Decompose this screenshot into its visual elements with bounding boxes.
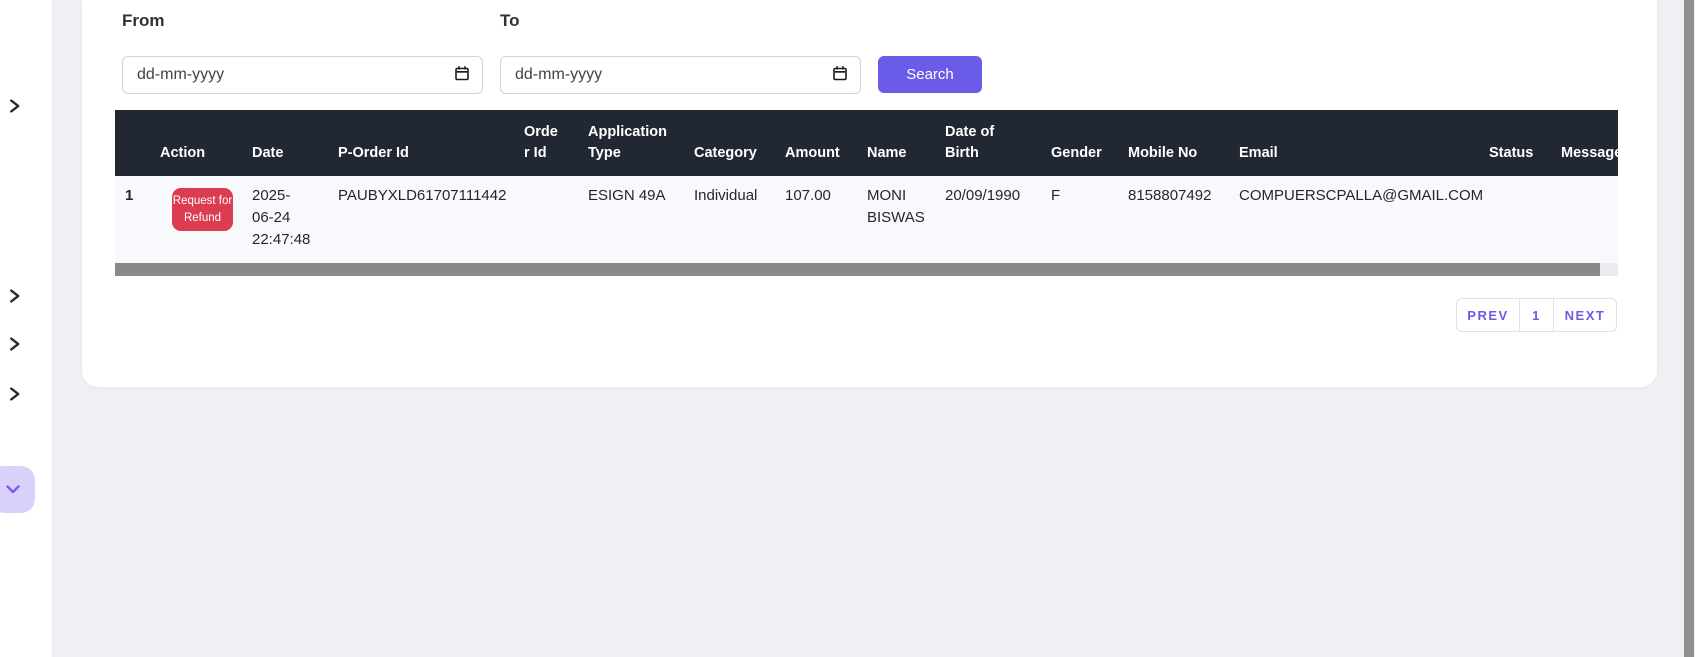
- mobile-no-cell: 8158807492: [1118, 176, 1229, 263]
- order-id-cell: [514, 176, 578, 263]
- action-cell: Request for Refund: [150, 176, 242, 263]
- chevron-right-icon[interactable]: [9, 337, 25, 353]
- table-row: 1 Request for Refund 2025-06-24 22:47:48…: [115, 176, 1618, 263]
- to-date-input[interactable]: dd-mm-yyyy: [500, 56, 861, 94]
- col-header-status: Status: [1479, 110, 1551, 176]
- col-header-date: Date: [242, 110, 302, 176]
- col-header-category: Category: [684, 110, 775, 176]
- category-cell: Individual: [684, 176, 775, 263]
- chevron-right-icon[interactable]: [9, 387, 25, 403]
- pagination-page-1[interactable]: 1: [1520, 298, 1553, 332]
- chevron-right-icon[interactable]: [9, 99, 25, 115]
- pagination-prev-button[interactable]: PREV: [1456, 298, 1520, 332]
- pagination: PREV 1 NEXT: [1456, 298, 1617, 332]
- application-type-cell: ESIGN 49A: [578, 176, 684, 263]
- p-order-id-cell: PAUBYXLD61707111442: [302, 176, 514, 263]
- amount-cell: 107.00: [775, 176, 857, 263]
- page-vertical-scrollbar[interactable]: [1683, 0, 1695, 657]
- refund-table: Action Date P-Order Id Order Id Applicat…: [115, 110, 1618, 263]
- col-header-p-order-id: P-Order Id: [302, 110, 514, 176]
- from-date-input[interactable]: dd-mm-yyyy: [122, 56, 483, 94]
- date-of-birth-cell: 20/09/1990: [935, 176, 1041, 263]
- table-header-row: Action Date P-Order Id Order Id Applicat…: [115, 110, 1618, 176]
- request-for-refund-button[interactable]: Request for Refund: [172, 188, 233, 232]
- calendar-icon[interactable]: [454, 65, 470, 86]
- to-label: To: [500, 11, 520, 30]
- col-header-mobile-no: Mobile No: [1118, 110, 1229, 176]
- chevron-down-icon: [5, 481, 20, 499]
- refund-report-screen: From To dd-mm-yyyy dd-mm-yyyy Search Act: [0, 0, 1695, 657]
- date-cell: 2025-06-24 22:47:48: [242, 176, 310, 263]
- message-cell: [1551, 176, 1618, 263]
- email-cell: COMPUERSCPALLA@GMAIL.COM: [1229, 176, 1483, 263]
- status-cell: [1479, 176, 1551, 263]
- col-header-message: Message: [1551, 110, 1618, 176]
- search-button[interactable]: Search: [878, 56, 982, 93]
- scrollbar-thumb[interactable]: [115, 263, 1600, 276]
- sidebar: [0, 0, 53, 657]
- col-header-amount: Amount: [775, 110, 857, 176]
- col-header-index: [115, 110, 150, 176]
- col-header-email: Email: [1229, 110, 1479, 176]
- chevron-right-icon[interactable]: [9, 289, 25, 305]
- refund-table-container: Action Date P-Order Id Order Id Applicat…: [115, 110, 1618, 263]
- scrollbar-thumb[interactable]: [1684, 0, 1694, 657]
- from-label: From: [122, 11, 165, 30]
- col-header-name: Name: [857, 110, 935, 176]
- name-cell: MONI BISWAS: [857, 176, 935, 263]
- calendar-icon[interactable]: [832, 65, 848, 86]
- panel-toggle-button[interactable]: [0, 466, 35, 513]
- col-header-application-type: Application Type: [578, 110, 684, 176]
- col-header-date-of-birth: Date of Birth: [935, 110, 1041, 176]
- col-header-order-id: Order Id: [514, 110, 578, 176]
- col-header-gender: Gender: [1041, 110, 1118, 176]
- to-date-placeholder: dd-mm-yyyy: [515, 66, 603, 83]
- table-horizontal-scrollbar[interactable]: [115, 263, 1618, 276]
- pagination-next-button[interactable]: NEXT: [1553, 298, 1617, 332]
- col-header-action: Action: [150, 110, 242, 176]
- row-index: 1: [115, 176, 150, 263]
- gender-cell: F: [1041, 176, 1118, 263]
- from-date-placeholder: dd-mm-yyyy: [137, 66, 225, 83]
